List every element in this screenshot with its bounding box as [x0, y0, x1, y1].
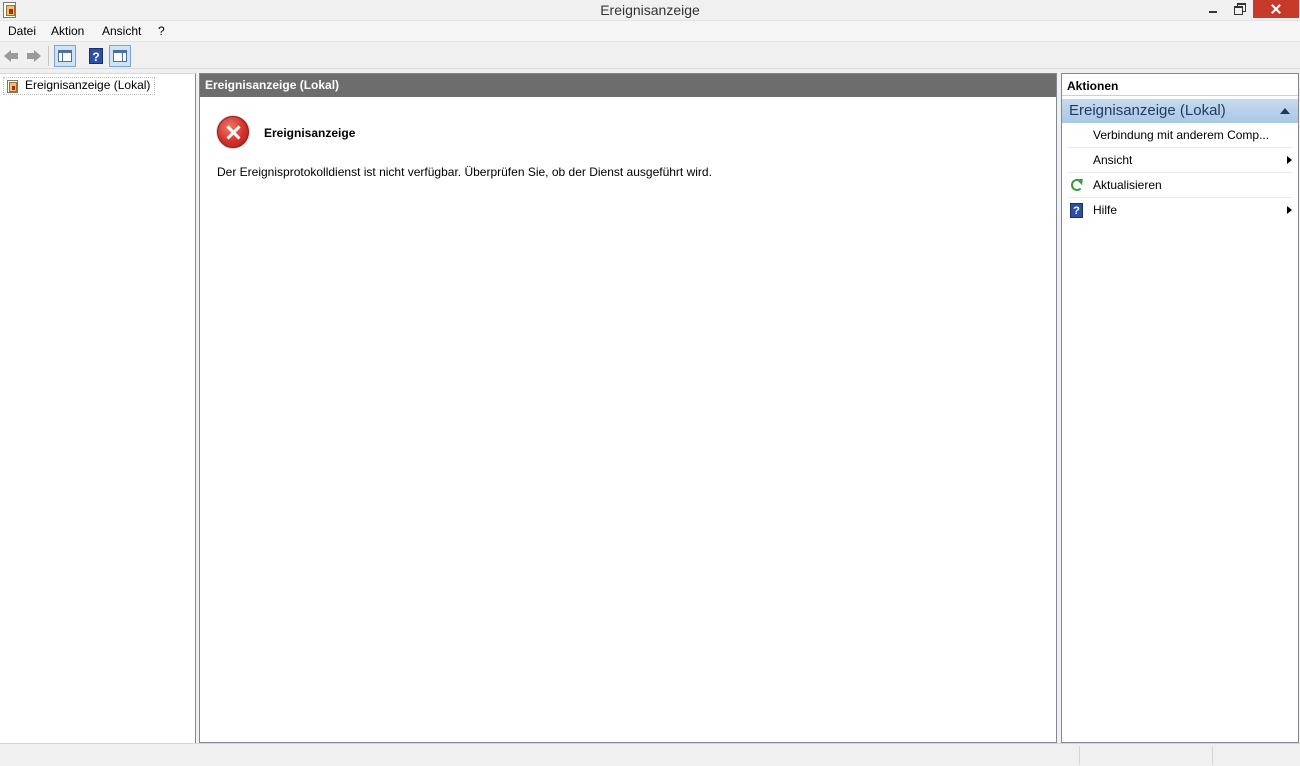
action-connect-other-computer[interactable]: Verbindung mit anderem Comp...: [1067, 123, 1293, 148]
main-pane-header: Ereignisanzeige (Lokal): [200, 74, 1056, 97]
action-pane-icon: [113, 50, 127, 62]
event-viewer-app-icon[interactable]: [3, 2, 16, 18]
action-label: Hilfe: [1093, 203, 1118, 217]
tree-item-label: Ereignisanzeige (Lokal): [25, 78, 151, 92]
submenu-arrow-icon: [1287, 206, 1292, 214]
help-icon: ?: [89, 48, 103, 64]
status-separator: [1079, 746, 1080, 765]
menu-aktion[interactable]: Aktion: [51, 24, 84, 38]
action-label: Ansicht: [1093, 153, 1133, 167]
toolbar: ?: [0, 43, 1300, 69]
collapse-arrow-icon[interactable]: [1280, 108, 1290, 114]
event-viewer-icon: [7, 80, 18, 93]
actions-section-title: Ereignisanzeige (Lokal): [1069, 102, 1226, 119]
forward-button[interactable]: [23, 45, 45, 67]
action-view[interactable]: Ansicht: [1067, 148, 1293, 173]
tree-item-event-viewer-local[interactable]: Ereignisanzeige (Lokal): [3, 77, 156, 95]
main-pane: Ereignisanzeige (Lokal) Ereignisanzeige …: [199, 73, 1057, 743]
refresh-icon: [1071, 179, 1083, 191]
console-tree-icon: [58, 50, 72, 62]
console-tree: Ereignisanzeige (Lokal): [0, 73, 196, 743]
menu-help[interactable]: ?: [158, 24, 165, 38]
show-hide-console-tree-button[interactable]: [54, 45, 76, 67]
arrow-right-icon: [34, 50, 41, 62]
status-separator: [1212, 746, 1213, 765]
action-label: Aktualisieren: [1093, 178, 1162, 192]
title-bar: Ereignisanzeige: [0, 0, 1300, 21]
restore-icon[interactable]: [1226, 0, 1252, 18]
menu-ansicht[interactable]: Ansicht: [102, 24, 141, 38]
help-icon: ?: [1070, 203, 1083, 218]
status-bar: [0, 743, 1300, 766]
error-title: Ereignisanzeige: [264, 126, 356, 140]
action-refresh[interactable]: Aktualisieren: [1067, 173, 1293, 198]
minimize-icon[interactable]: [1200, 0, 1226, 18]
menu-bar: Datei Aktion Ansicht ?: [0, 21, 1300, 42]
submenu-arrow-icon: [1287, 156, 1292, 164]
toolbar-separator: [48, 46, 49, 66]
window-title: Ereignisanzeige: [600, 2, 700, 18]
actions-title: Aktionen: [1062, 74, 1298, 96]
arrow-left-icon-tail: [10, 53, 18, 59]
action-help[interactable]: ? Hilfe: [1067, 198, 1293, 223]
close-icon[interactable]: [1253, 0, 1299, 18]
action-label: Verbindung mit anderem Comp...: [1093, 128, 1270, 142]
help-button[interactable]: ?: [85, 45, 107, 67]
error-icon: [217, 116, 249, 148]
show-hide-action-pane-button[interactable]: [109, 45, 131, 67]
error-message: Der Ereignisprotokolldienst ist nicht ve…: [217, 165, 712, 179]
actions-pane: Aktionen Ereignisanzeige (Lokal) Verbind…: [1061, 73, 1299, 743]
menu-datei[interactable]: Datei: [8, 24, 36, 38]
back-button[interactable]: [1, 45, 23, 67]
actions-section-header[interactable]: Ereignisanzeige (Lokal): [1062, 99, 1298, 123]
